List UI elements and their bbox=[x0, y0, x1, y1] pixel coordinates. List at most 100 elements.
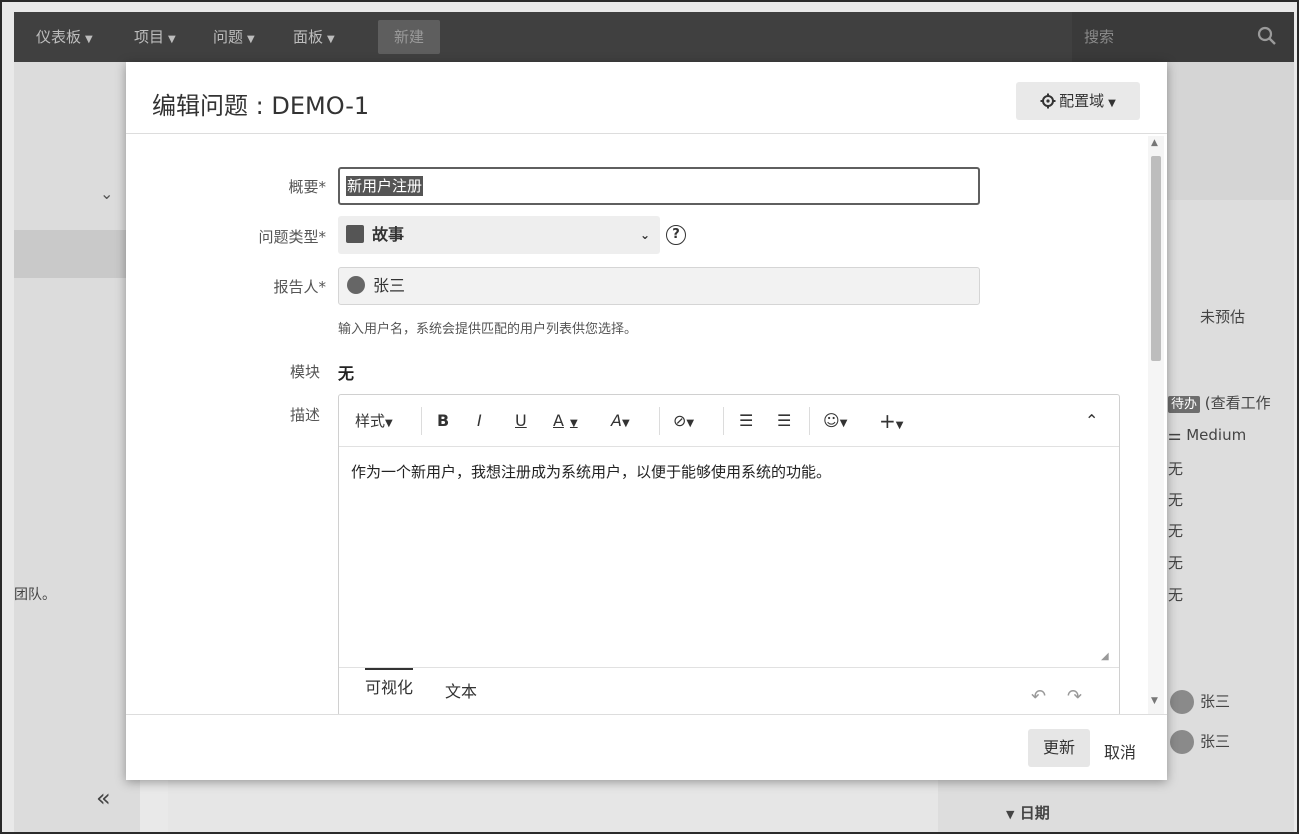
nav-issues[interactable]: 问题 ▼ bbox=[213, 26, 255, 48]
assignee-row: 张三 bbox=[1170, 690, 1230, 714]
description-label: 描述 bbox=[289, 406, 320, 424]
link-icon: ⊘ bbox=[673, 411, 687, 430]
search-placeholder: 搜索 bbox=[1084, 28, 1115, 46]
reporter-hint: 输入用户名，系统会提供匹配的用户列表供您选择。 bbox=[338, 322, 638, 337]
style-label: 样式 bbox=[355, 412, 386, 430]
background-sidebar: ⌄ 团队。 « bbox=[14, 62, 140, 832]
scroll-down-icon[interactable]: ▼ bbox=[1151, 696, 1158, 706]
chevron-down-icon: ▼ bbox=[569, 418, 578, 429]
insert-button[interactable]: +▼ bbox=[879, 409, 903, 433]
summary-label: 概要* bbox=[288, 178, 326, 196]
search-icon[interactable] bbox=[1256, 25, 1278, 47]
help-icon[interactable]: ? bbox=[666, 225, 686, 245]
assignee-name: 张三 bbox=[1200, 692, 1231, 711]
editor-toolbar: 样式▼ B I U A ▼ A▼ ⊘▼ ☰ ☰ ☺▼ +▼ ⌃ bbox=[339, 395, 1119, 447]
chevron-down-icon: ▼ bbox=[85, 34, 93, 45]
dialog-footer: 更新 取消 bbox=[126, 714, 1167, 780]
nav-boards[interactable]: 面板 ▼ bbox=[293, 26, 335, 48]
chevron-down-icon: ▼ bbox=[385, 418, 393, 429]
create-button[interactable]: 新建 bbox=[378, 20, 440, 54]
numbered-list-icon[interactable]: ☰ bbox=[777, 409, 791, 433]
chevron-down-icon: ▼ bbox=[1006, 808, 1015, 821]
status-link[interactable]: (查看工作 bbox=[1205, 394, 1271, 412]
chevron-down-icon: ▼ bbox=[621, 418, 630, 429]
style-dropdown[interactable]: 样式▼ bbox=[355, 409, 393, 433]
text-color-button[interactable]: A ▼ bbox=[553, 409, 578, 433]
toolbar-divider bbox=[723, 407, 724, 435]
background-text: 团队。 bbox=[14, 587, 56, 603]
screen-frame: 仪表板 ▼ 项目 ▼ 问题 ▼ 面板 ▼ 新建 搜索 ⌄ 团队。 « 未预估 待办 (查… bbox=[0, 0, 1299, 834]
dialog-body: 概要* 新用户注册 问题类型* 故事 ⌄ ? 报告人* 张三 输入用户名，系统会… bbox=[126, 134, 1146, 714]
status-badge[interactable]: 待办 bbox=[1168, 396, 1201, 413]
nav-dashboard[interactable]: 仪表板 ▼ bbox=[36, 26, 93, 48]
chevron-down-icon: ▼ bbox=[895, 420, 904, 431]
chevron-down-icon: ▼ bbox=[247, 34, 255, 45]
none-value: 无 bbox=[1168, 522, 1184, 540]
link-button[interactable]: ⊘▼ bbox=[673, 409, 694, 433]
none-value: 无 bbox=[1168, 460, 1184, 478]
dialog-scrollbar[interactable]: ▲ ▼ bbox=[1148, 136, 1164, 714]
cancel-link[interactable]: 取消 bbox=[1104, 739, 1136, 763]
reporter-label: 报告人* bbox=[273, 278, 326, 296]
reporter-field[interactable]: 张三 bbox=[338, 267, 980, 305]
dates-section-toggle[interactable]: ▼ 日期 bbox=[1006, 802, 1050, 823]
none-value: 无 bbox=[1168, 491, 1184, 509]
search-box[interactable]: 搜索 bbox=[1072, 12, 1294, 62]
estimate-value: 未预估 bbox=[1200, 308, 1246, 326]
module-value[interactable]: 无 bbox=[338, 360, 354, 384]
priority-value: Medium bbox=[1186, 426, 1247, 444]
summary-input[interactable]: 新用户注册 bbox=[338, 167, 980, 205]
avatar bbox=[1170, 730, 1194, 754]
redo-icon[interactable]: ↷ bbox=[1067, 686, 1082, 707]
avatar bbox=[1170, 690, 1194, 714]
text-format-button[interactable]: A▼ bbox=[611, 409, 630, 433]
nav-projects-label: 项目 bbox=[134, 28, 165, 46]
chevron-down-icon: ▼ bbox=[686, 418, 695, 429]
dialog-title: 编辑问题 : DEMO-1 bbox=[152, 92, 370, 120]
italic-button[interactable]: I bbox=[477, 409, 482, 433]
undo-icon[interactable]: ↶ bbox=[1031, 686, 1046, 707]
story-icon bbox=[346, 225, 364, 243]
avatar bbox=[347, 276, 365, 294]
nav-boards-label: 面板 bbox=[293, 28, 324, 46]
tab-visual[interactable]: 可视化 bbox=[365, 668, 414, 698]
configure-fields-button[interactable]: 配置域 ▼ bbox=[1016, 82, 1140, 120]
tab-text[interactable]: 文本 bbox=[445, 678, 477, 702]
chevron-down-icon: ▼ bbox=[839, 418, 848, 429]
description-text[interactable]: 作为一个新用户，我想注册成为系统用户，以便于能够使用系统的功能。 bbox=[351, 461, 831, 482]
nav-dashboard-label: 仪表板 bbox=[36, 28, 82, 46]
reporter-value: 张三 bbox=[373, 276, 406, 295]
emoji-button[interactable]: ☺▼ bbox=[823, 409, 847, 433]
chevron-down-icon: ▼ bbox=[168, 34, 176, 45]
scroll-thumb[interactable] bbox=[1151, 156, 1161, 361]
issue-type-value: 故事 bbox=[372, 225, 405, 244]
nav-issues-label: 问题 bbox=[213, 28, 244, 46]
top-nav-bar: 仪表板 ▼ 项目 ▼ 问题 ▼ 面板 ▼ 新建 搜索 bbox=[14, 12, 1294, 62]
bullet-list-icon[interactable]: ☰ bbox=[739, 409, 753, 433]
reporter-name: 张三 bbox=[1200, 732, 1231, 751]
none-value: 无 bbox=[1168, 554, 1184, 572]
plus-icon: + bbox=[879, 409, 896, 433]
priority-row: ⚌ Medium bbox=[1168, 426, 1247, 444]
edit-issue-dialog: 编辑问题 : DEMO-1 配置域 ▼ 概要* 新用户注册 问题类型* 故事 ⌄ … bbox=[126, 62, 1167, 780]
chevron-down-icon: ▼ bbox=[327, 34, 335, 45]
chevron-down-icon: ▼ bbox=[1108, 98, 1116, 109]
resize-handle-icon[interactable]: ◢ bbox=[1101, 651, 1109, 662]
bold-button[interactable]: B bbox=[437, 409, 449, 433]
module-label: 模块 bbox=[289, 363, 320, 381]
nav-projects[interactable]: 项目 ▼ bbox=[134, 26, 176, 48]
text-format-label: A bbox=[611, 411, 622, 430]
dates-label: 日期 bbox=[1019, 804, 1050, 822]
underline-button[interactable]: U bbox=[515, 409, 527, 433]
dialog-header: 编辑问题 : DEMO-1 配置域 ▼ bbox=[126, 62, 1167, 134]
gear-icon bbox=[1040, 93, 1056, 109]
issue-type-select[interactable]: 故事 ⌄ bbox=[338, 216, 660, 254]
chevron-down-icon: ⌄ bbox=[100, 184, 114, 203]
none-value: 无 bbox=[1168, 586, 1184, 604]
description-editor[interactable]: 样式▼ B I U A ▼ A▼ ⊘▼ ☰ ☰ ☺▼ +▼ ⌃ 作为一个新用户，… bbox=[338, 394, 1120, 714]
chevron-down-icon: ⌄ bbox=[639, 228, 650, 242]
collapse-sidebar-icon[interactable]: « bbox=[96, 784, 111, 812]
scroll-up-icon[interactable]: ▲ bbox=[1151, 138, 1158, 148]
update-button[interactable]: 更新 bbox=[1028, 729, 1090, 767]
collapse-toolbar-icon[interactable]: ⌃ bbox=[1085, 409, 1098, 433]
